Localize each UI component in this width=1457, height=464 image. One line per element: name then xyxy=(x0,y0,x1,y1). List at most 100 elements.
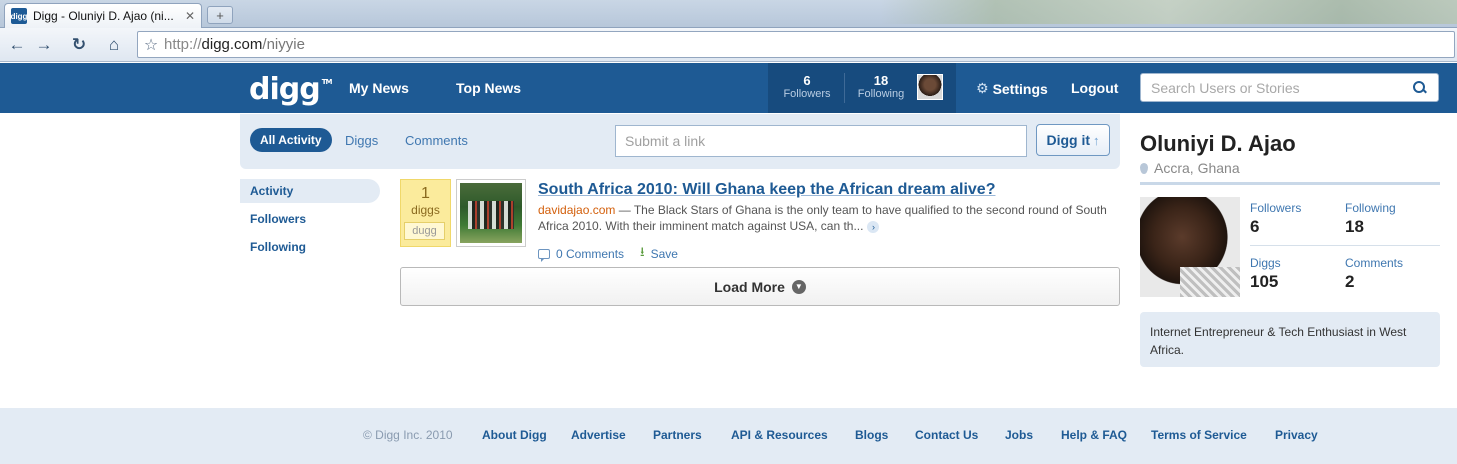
footer-link-api[interactable]: API & Resources xyxy=(731,428,828,442)
footer-link-blogs[interactable]: Blogs xyxy=(855,428,888,442)
stats-divider xyxy=(844,73,845,103)
digg-it-button[interactable]: Digg it ↑ xyxy=(1036,124,1110,156)
gear-icon: ⚙ xyxy=(976,80,989,96)
digg-favicon-icon: digg xyxy=(11,8,27,24)
footer-link-partners[interactable]: Partners xyxy=(653,428,702,442)
profile-location-text: Accra, Ghana xyxy=(1154,160,1240,176)
save-link[interactable]: Save xyxy=(651,247,678,261)
profile-comments-count: 2 xyxy=(1345,272,1355,291)
activity-filter-bar: All Activity Diggs Comments Digg it ↑ xyxy=(240,114,1120,169)
tab-comments[interactable]: Comments xyxy=(405,133,468,148)
profile-side-nav: Activity Followers Following xyxy=(240,179,380,263)
header-followers-count: 6 xyxy=(803,73,811,88)
footer-link-jobs[interactable]: Jobs xyxy=(1005,428,1033,442)
address-bar[interactable]: ☆ http://digg.com/niyyie xyxy=(137,31,1455,58)
footer-link-about[interactable]: About Digg xyxy=(482,428,547,442)
load-more-button[interactable]: Load More ▼ xyxy=(400,267,1120,306)
chevron-down-icon: ▼ xyxy=(791,279,806,294)
expand-icon[interactable]: › xyxy=(867,220,880,233)
header-avatar[interactable] xyxy=(917,74,943,100)
profile-photo xyxy=(1140,197,1240,297)
footer-copyright: © Digg Inc. 2010 xyxy=(363,428,453,442)
story-description-text: — The Black Stars of Ghana is the only t… xyxy=(538,203,1107,233)
footer-link-terms[interactable]: Terms of Service xyxy=(1151,428,1247,442)
story-thumbnail[interactable] xyxy=(456,179,526,247)
logo-text: digg xyxy=(249,72,321,107)
profile-followers-label: Followers xyxy=(1250,201,1302,215)
forward-arrow-icon[interactable]: → xyxy=(31,33,57,57)
profile-following[interactable]: Following 18 xyxy=(1345,201,1396,237)
footer-link-help[interactable]: Help & FAQ xyxy=(1061,428,1127,442)
stats-divider-line xyxy=(1250,245,1440,246)
save-icon: ⭳ xyxy=(640,244,645,259)
comments-link[interactable]: 0 Comments xyxy=(556,247,624,261)
story-description: davidajao.com — The Black Stars of Ghana… xyxy=(538,202,1120,234)
profile-comments-label: Comments xyxy=(1345,256,1404,270)
profile-followers[interactable]: Followers 6 xyxy=(1250,201,1301,237)
story-source-link[interactable]: davidajao.com xyxy=(538,203,615,217)
header-followers[interactable]: 6 Followers xyxy=(776,73,838,100)
nav-my-news[interactable]: My News xyxy=(349,80,409,96)
profile-diggs-count: 105 xyxy=(1250,272,1279,291)
close-icon[interactable]: ✕ xyxy=(185,9,195,23)
home-icon[interactable]: ⌂ xyxy=(101,33,127,57)
submit-link-input[interactable] xyxy=(615,125,1027,157)
logout-link[interactable]: Logout xyxy=(1071,80,1118,96)
browser-toolbar: ← → ↻ ⌂ ☆ http://digg.com/niyyie xyxy=(0,28,1457,62)
sidebar-item-followers[interactable]: Followers xyxy=(240,207,380,231)
search-icon[interactable] xyxy=(1412,80,1428,96)
nav-top-news[interactable]: Top News xyxy=(456,80,521,96)
url-scheme: http:// xyxy=(164,36,202,53)
url-path: /niyyie xyxy=(262,36,305,53)
digg-count-label: diggs xyxy=(411,203,440,217)
comment-icon xyxy=(538,249,550,262)
settings-label: Settings xyxy=(992,80,1048,97)
tab-all-activity[interactable]: All Activity xyxy=(250,128,332,152)
back-arrow-icon[interactable]: ← xyxy=(4,33,30,57)
tab-diggs[interactable]: Diggs xyxy=(345,133,378,148)
profile-panel: Oluniyi D. Ajao Accra, Ghana Followers 6… xyxy=(1140,131,1440,367)
dugg-button[interactable]: dugg xyxy=(404,222,445,240)
tabbar-background xyxy=(880,0,1457,24)
story-item: 1 diggs dugg South Africa 2010: Will Gha… xyxy=(400,179,1120,262)
sidebar-item-activity[interactable]: Activity xyxy=(240,179,380,203)
search-input[interactable] xyxy=(1151,79,1412,96)
browser-tab-title: Digg - Oluniyi D. Ajao (ni... xyxy=(33,9,174,23)
profile-name: Oluniyi D. Ajao xyxy=(1140,131,1296,156)
footer-link-privacy[interactable]: Privacy xyxy=(1275,428,1318,442)
load-more-label: Load More xyxy=(714,278,785,295)
url-text: http://digg.com/niyyie xyxy=(164,36,305,53)
profile-followers-count: 6 xyxy=(1250,217,1260,236)
bookmark-star-icon[interactable]: ☆ xyxy=(138,35,164,55)
reload-icon[interactable]: ↻ xyxy=(66,33,92,57)
profile-comments[interactable]: Comments 2 xyxy=(1345,256,1403,292)
header-following-count: 18 xyxy=(873,73,889,88)
story-title[interactable]: South Africa 2010: Will Ghana keep the A… xyxy=(538,181,995,199)
profile-following-label: Following xyxy=(1345,201,1396,215)
profile-divider xyxy=(1140,182,1440,185)
browser-tab[interactable]: digg Digg - Oluniyi D. Ajao (ni... ✕ xyxy=(4,3,202,28)
story-thumbnail-image xyxy=(460,183,522,243)
footer-link-contact[interactable]: Contact Us xyxy=(915,428,978,442)
search-box xyxy=(1140,73,1439,102)
story-actions: 0 Comments ⭳ Save xyxy=(538,243,678,265)
header-following[interactable]: 18 Following xyxy=(854,73,908,100)
logo-trademark: TM xyxy=(321,78,333,86)
location-pin-icon xyxy=(1140,162,1148,174)
header-following-label: Following xyxy=(857,88,905,100)
digg-it-label: Digg it xyxy=(1046,132,1091,148)
site-footer: © Digg Inc. 2010 About Digg Advertise Pa… xyxy=(0,408,1457,464)
footer-link-advertise[interactable]: Advertise xyxy=(571,428,626,442)
url-host: digg.com xyxy=(201,36,263,53)
profile-location: Accra, Ghana xyxy=(1140,160,1440,176)
profile-bio: Internet Entrepreneur & Tech Enthusiast … xyxy=(1140,312,1440,367)
profile-following-count: 18 xyxy=(1345,217,1364,236)
sidebar-item-following[interactable]: Following xyxy=(240,235,380,259)
settings-link[interactable]: ⚙ Settings xyxy=(976,80,1048,97)
arrow-up-icon: ↑ xyxy=(1093,132,1100,148)
profile-diggs-label: Diggs xyxy=(1250,256,1281,270)
new-tab-button[interactable]: + xyxy=(207,6,233,24)
site-header: digg TM My News Top News 6 Followers 18 F… xyxy=(0,63,1457,113)
digg-logo[interactable]: digg TM xyxy=(249,72,333,107)
profile-diggs[interactable]: Diggs 105 xyxy=(1250,256,1281,292)
